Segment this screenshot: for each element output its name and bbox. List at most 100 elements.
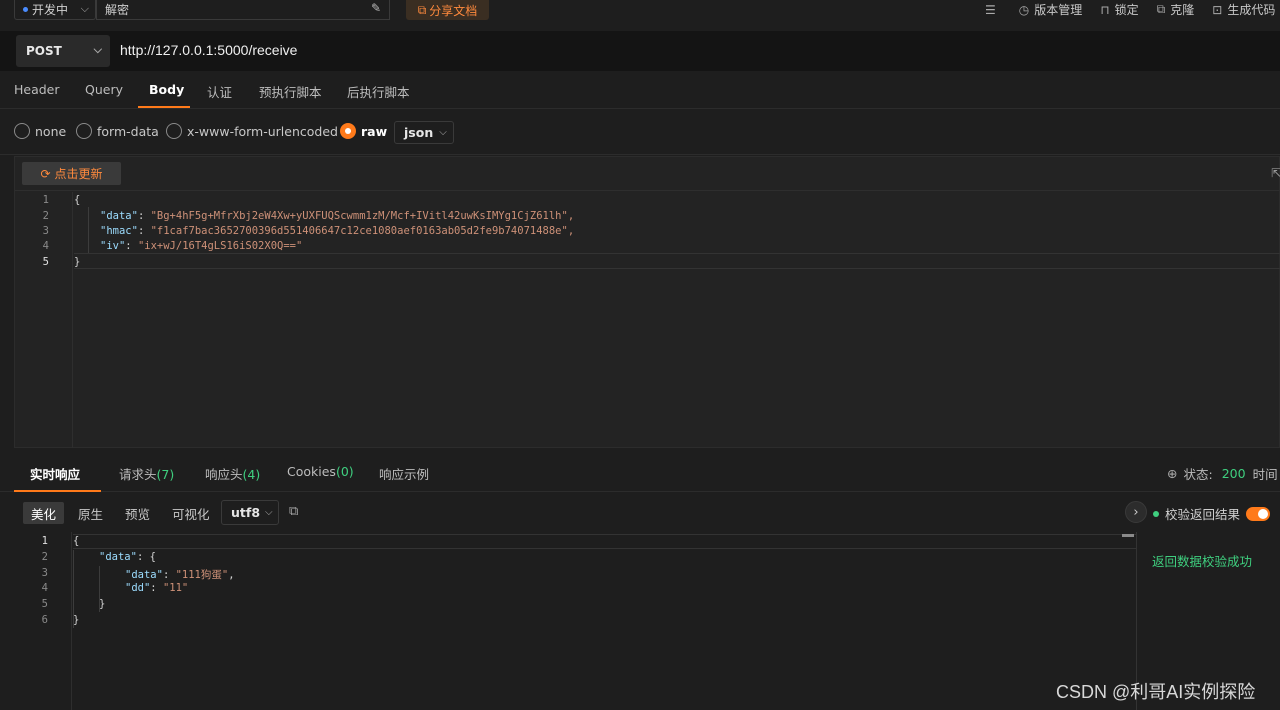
chevron-down-icon: ⌵ [439,127,447,138]
verify-message: 返回数据校验成功 [1152,554,1253,569]
json-key: "hmac" [100,225,138,237]
expand-icon[interactable]: ⇱ [1271,166,1280,180]
json-punct: : { [136,551,156,563]
edit-icon[interactable]: ✎ [371,1,381,15]
format-label: json [404,125,434,140]
generate-code-button[interactable]: ⊡ 生成代码 [1212,1,1275,18]
outline-button[interactable]: ☰ [985,1,1001,18]
tab-query[interactable]: Query [85,82,123,97]
collapse-panel-button[interactable]: › [1125,501,1147,523]
format-select[interactable]: json ⌵ [394,121,454,144]
url-input[interactable]: http://127.0.0.1:5000/receive [120,42,297,58]
scrollbar-thumb[interactable] [1122,534,1134,537]
request-name-field[interactable]: 解密 ✎ [96,0,390,20]
lock-icon: ⊓ [1100,2,1110,17]
tab-response-examples[interactable]: 响应示例 [379,464,429,483]
lock-button[interactable]: ⊓ 锁定 [1100,1,1138,18]
active-line-highlight [73,534,1136,549]
tab-header[interactable]: Header [14,82,60,97]
radio-label: none [35,123,67,139]
json-string: "ix+wJ/16T4gLS16iS02X0Q==" [137,240,303,252]
tab-response-headers[interactable]: 响应头(4) [205,464,260,483]
code-line: { [74,194,81,206]
radio-label: x-www-form-urlencoded [187,123,338,139]
tab-post-script[interactable]: 后执行脚本 [347,82,410,101]
tab-auth[interactable]: 认证 [207,82,232,101]
environment-select[interactable]: 开发中 ⌵ [14,0,96,20]
clone-icon: ⧉ [1156,2,1166,16]
url-bar: POST ⌵ http://127.0.0.1:5000/receive [0,31,1280,71]
tab-live-response[interactable]: 实时响应 [30,464,80,483]
view-raw[interactable]: 原生 [70,502,111,524]
tab-label: 实时响应 [30,467,81,482]
json-key: "dd" [125,582,151,594]
top-actions: ☰ ◷ 版本管理 ⊓ 锁定 ⧉ 克隆 ⊡ 生成代码 [985,1,1280,18]
request-body-editor[interactable]: ⟳ 点击更新 ⇱ 1 2 3 4 5 { "data": "Bg+4hF5g+M… [14,156,1280,448]
line-number: 3 [41,567,48,579]
tab-cookies[interactable]: Cookies(0) [287,464,354,479]
code-line: { [73,535,80,547]
environment-dot [23,7,28,12]
environment-label: 开发中 [32,3,69,17]
radio-urlencoded[interactable]: x-www-form-urlencoded [166,123,338,139]
line-number: 6 [41,614,48,626]
radio-form-data[interactable]: form-data [76,123,159,139]
view-pretty[interactable]: 美化 [23,502,65,524]
line-number: 2 [42,210,49,222]
tab-count: (4) [242,467,261,482]
history-icon: ◷ [1018,2,1030,17]
code-line: "hmac": "f1caf7bac3652700396d551406647c1… [100,225,575,237]
tab-count: (0) [335,464,354,479]
radio-circle [76,123,92,139]
tab-count: (7) [156,467,175,482]
radio-none[interactable]: none [14,123,66,139]
radio-label: raw [361,123,388,139]
json-string: "Bg+4hF5g+MfrXbj2eW4Xw+yUXFUQScwmm1zM/Mc… [150,210,575,222]
method-select[interactable]: POST ⌵ [16,35,110,67]
response-body-viewer[interactable]: 1 2 3 4 5 6 { "data": { "data": "111狗蛋",… [14,532,1136,710]
verify-result-toggle-row: 校验返回结果 [1153,504,1271,523]
body-type-row: none form-data x-www-form-urlencoded raw… [0,110,1280,155]
clone-label: 克隆 [1170,3,1195,17]
code-line: "data": "Bg+4hF5g+MfrXbj2eW4Xw+yUXFUQScw… [100,210,575,222]
refresh-icon: ⟳ [40,166,51,181]
json-key: "data" [100,210,138,222]
clone-button[interactable]: ⧉ 克隆 [1157,1,1195,18]
json-string: "11" [162,582,189,594]
json-string: "111狗蛋" [175,569,229,581]
verify-toggle[interactable] [1246,506,1271,521]
chevron-down-icon: ⌵ [265,507,273,518]
version-manage-label: 版本管理 [1034,3,1083,17]
time-label: 时间 [1252,467,1278,482]
globe-icon[interactable]: ⊕ [1167,466,1177,481]
active-tab-indicator [14,490,101,492]
view-visualize[interactable]: 可视化 [164,502,218,524]
radio-circle [340,123,356,139]
radio-label: form-data [97,123,159,139]
json-key: "data" [99,551,137,563]
tab-label: Cookies [287,464,336,479]
line-number: 3 [42,225,49,237]
generate-code-label: 生成代码 [1227,3,1276,17]
tab-label: 响应示例 [379,467,430,482]
share-doc-button[interactable]: ⧉ 分享文档 [406,0,489,20]
response-tabs: 实时响应 请求头(7) 响应头(4) Cookies(0) 响应示例 ⊕ 状态:… [0,452,1280,492]
tab-request-headers[interactable]: 请求头(7) [119,464,174,483]
version-manage-button[interactable]: ◷ 版本管理 [1019,1,1083,18]
tab-pre-script[interactable]: 预执行脚本 [259,82,322,101]
request-name: 解密 [105,3,130,17]
update-button[interactable]: ⟳ 点击更新 [22,162,121,185]
line-number: 5 [42,256,49,268]
copy-icon[interactable]: ⧉ [289,504,298,519]
line-number: 1 [42,194,49,206]
list-icon: ☰ [985,2,996,17]
radio-raw[interactable]: raw [340,123,387,139]
active-tab-indicator [138,106,190,108]
top-bar: 开发中 ⌵ 解密 ✎ ⧉ 分享文档 ☰ ◷ 版本管理 ⊓ 锁定 ⧉ 克隆 ⊡ 生成代码 [0,0,1280,22]
encoding-select[interactable]: utf8 ⌵ [221,500,279,525]
request-tabs: Header Query Body 认证 预执行脚本 后执行脚本 [0,71,1280,109]
status-label: 状态: [1183,467,1213,482]
code-line: "data": { [99,551,156,563]
view-preview[interactable]: 预览 [117,502,158,524]
tab-body[interactable]: Body [149,82,184,97]
